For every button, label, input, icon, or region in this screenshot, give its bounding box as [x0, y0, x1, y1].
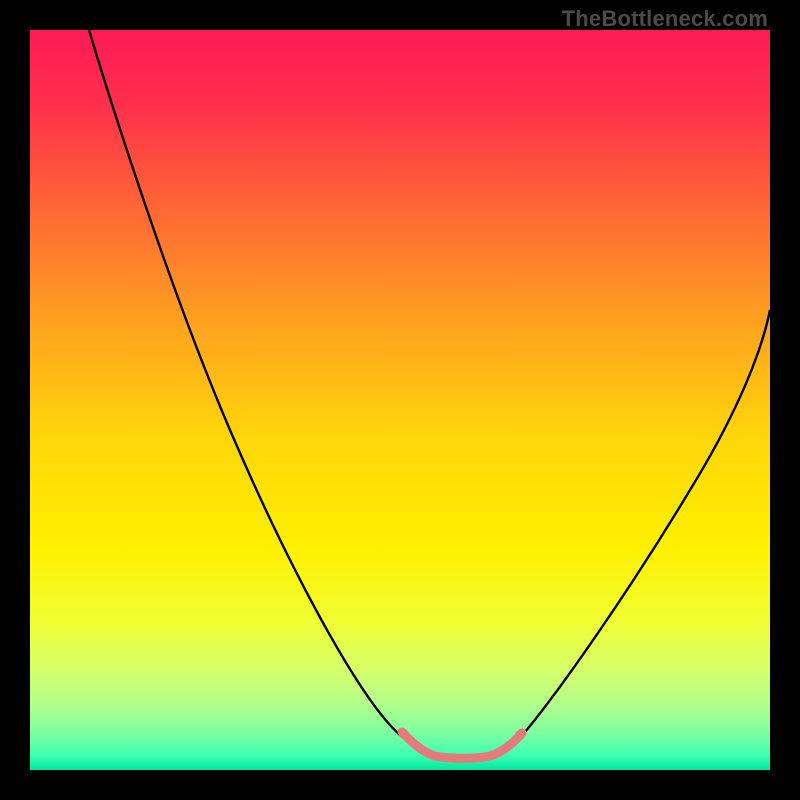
plateau-highlight [402, 732, 522, 758]
chart-frame: TheBottleneck.com [0, 0, 800, 800]
watermark-text: TheBottleneck.com [562, 6, 768, 32]
bottleneck-curve-svg [30, 30, 770, 770]
plateau-dot-left [399, 729, 409, 739]
bottleneck-curve [89, 30, 770, 758]
plateau-dot-right [515, 730, 525, 740]
plot-area [30, 30, 770, 770]
